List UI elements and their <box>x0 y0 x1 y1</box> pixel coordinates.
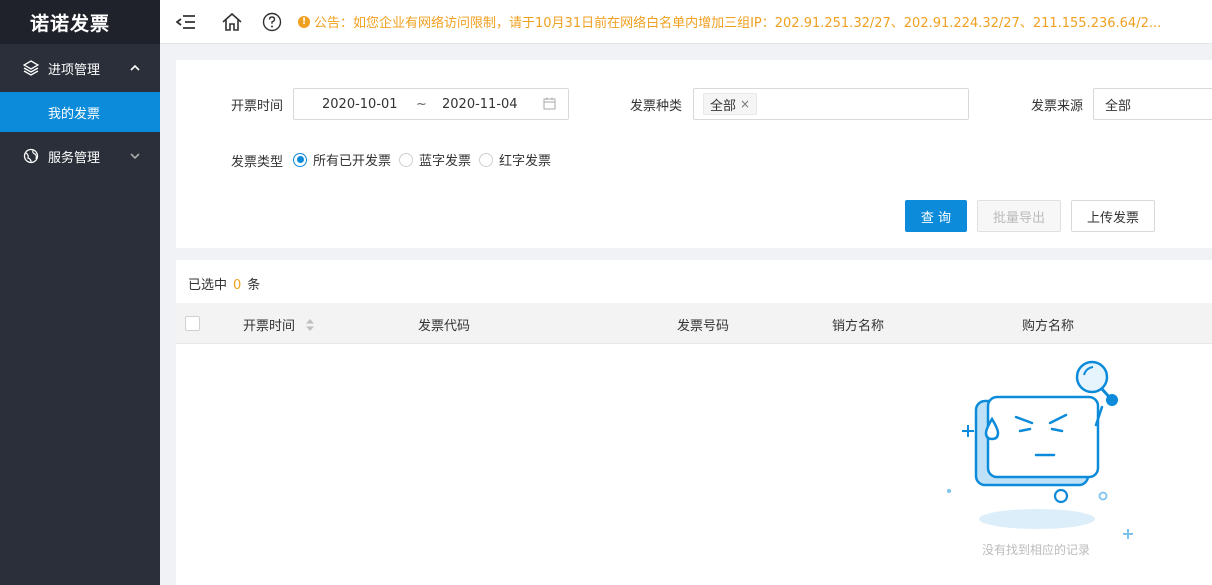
invoice-type-radio-group: 所有已开发票 蓝字发票 红字发票 <box>293 150 559 169</box>
date-label: 开票时间 <box>231 99 284 114</box>
column-header-issue-date[interactable]: 开票时间 <box>243 315 315 336</box>
radio-label: 所有已开发票 <box>313 154 392 169</box>
menu-group-input-management[interactable]: 进项管理 <box>0 44 160 92</box>
sidebar: 诺诺发票 进项管理 我的发票 服务管理 <box>0 0 160 585</box>
invoice-table-panel: 已选中 0 条 开票时间 发票代码 发票号码 销方名称 购方名称 没有找到相应的… <box>176 260 1212 585</box>
table-header: 开票时间 发票代码 发票号码 销方名称 购方名称 <box>176 303 1212 344</box>
radio-label: 蓝字发票 <box>419 154 472 169</box>
upload-invoice-button[interactable]: 上传发票 <box>1071 200 1155 232</box>
warning-icon: ! <box>298 15 310 28</box>
help-icon[interactable] <box>252 2 292 42</box>
app-logo[interactable]: 诺诺发票 <box>0 0 160 44</box>
selection-summary: 已选中 0 条 <box>188 274 260 293</box>
invoice-kind-tag: 全部 × <box>703 93 758 115</box>
invoice-source-select[interactable]: 全部 <box>1093 88 1212 120</box>
batch-export-button[interactable]: 批量导出 <box>977 200 1061 232</box>
radio-all-invoices[interactable]: 所有已开发票 <box>293 150 391 169</box>
query-button[interactable]: 查 询 <box>905 200 967 232</box>
radio-label: 红字发票 <box>499 154 552 169</box>
announcement-banner: ! 公告：如您企业有网络访问限制，请于10月31日前在网络白名单内增加三组IP：… <box>298 12 1161 31</box>
collapse-menu-icon[interactable] <box>166 2 206 42</box>
sidebar-item-my-invoices[interactable]: 我的发票 <box>0 92 160 132</box>
selected-suffix: 条 <box>247 278 261 293</box>
radio-circle <box>399 152 414 167</box>
chevron-down-icon <box>128 152 142 160</box>
menu-group-label: 服务管理 <box>48 150 101 166</box>
date-separator: ~ <box>416 96 427 112</box>
invoice-type-label: 发票类型 <box>231 155 284 170</box>
selected-prefix: 已选中 <box>188 278 228 293</box>
invoice-source-label: 发票来源 <box>1031 99 1084 114</box>
start-date[interactable]: 2020-10-01 <box>322 97 398 112</box>
remove-tag-icon[interactable]: × <box>740 97 750 111</box>
menu-group-label: 进项管理 <box>48 62 101 78</box>
radio-red-invoices[interactable]: 红字发票 <box>479 150 551 169</box>
column-label: 开票时间 <box>243 319 296 334</box>
announcement-text: 公告：如您企业有网络访问限制，请于10月31日前在网络白名单内增加三组IP：20… <box>314 16 1162 31</box>
end-date[interactable]: 2020-11-04 <box>442 97 518 112</box>
column-header-seller-name: 销方名称 <box>832 319 885 334</box>
empty-state-illustration <box>936 355 1136 565</box>
invoice-kind-label: 发票种类 <box>630 99 683 114</box>
column-header-buyer-name: 购方名称 <box>1022 319 1075 334</box>
sort-icon[interactable] <box>305 318 315 336</box>
menu-group-service-management[interactable]: 服务管理 <box>0 132 160 180</box>
column-header-invoice-code: 发票代码 <box>418 319 471 334</box>
filter-panel: 开票时间 2020-10-01 ~ 2020-11-04 发票种类 全部 × 发… <box>176 60 1212 248</box>
home-icon[interactable] <box>212 2 252 42</box>
empty-state-text: 没有找到相应的记录 <box>982 543 1091 557</box>
date-range-picker[interactable]: 2020-10-01 ~ 2020-11-04 <box>293 88 569 120</box>
calendar-icon[interactable] <box>543 97 556 114</box>
top-header: ! 公告：如您企业有网络访问限制，请于10月31日前在网络白名单内增加三组IP：… <box>160 0 1212 44</box>
selected-count: 0 <box>233 278 242 293</box>
tag-label: 全部 <box>710 98 737 114</box>
chevron-up-icon <box>128 64 142 72</box>
layers-icon <box>22 59 40 77</box>
globe-icon <box>22 147 40 165</box>
select-all-checkbox[interactable] <box>185 316 200 331</box>
radio-blue-invoices[interactable]: 蓝字发票 <box>399 150 471 169</box>
invoice-source-value: 全部 <box>1105 98 1132 114</box>
radio-circle <box>293 152 307 167</box>
invoice-kind-select[interactable]: 全部 × <box>693 88 969 120</box>
column-header-invoice-number: 发票号码 <box>677 319 730 334</box>
radio-circle <box>479 152 494 167</box>
